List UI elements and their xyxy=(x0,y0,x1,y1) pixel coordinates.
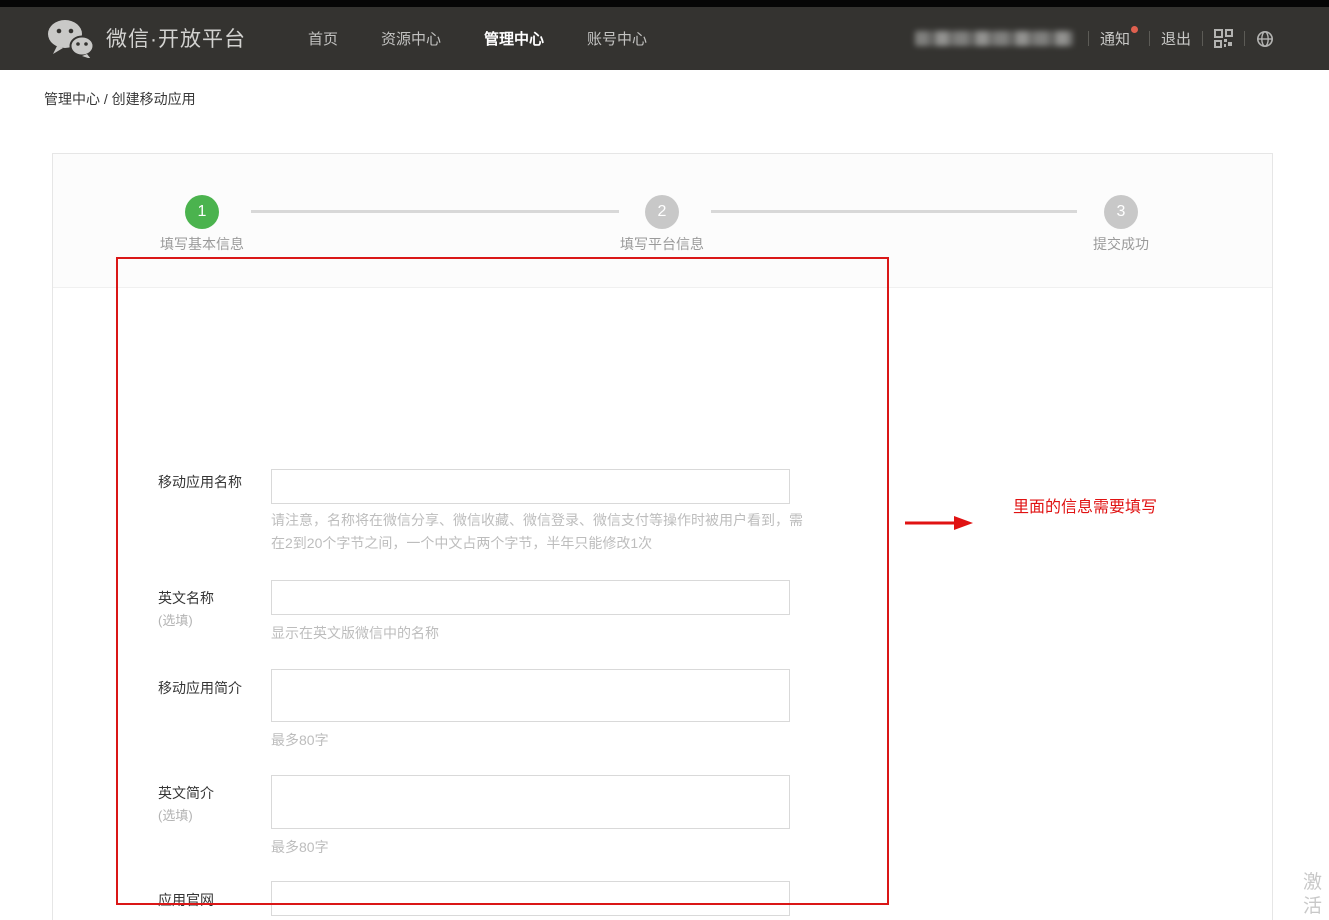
nav-right-group: 通知 退出 xyxy=(915,7,1274,70)
qr-code-icon[interactable] xyxy=(1214,29,1233,48)
nav-item-home[interactable]: 首页 xyxy=(308,28,338,49)
app-name-label: 移动应用名称 xyxy=(158,472,242,492)
windows-activation-watermark: 激活 转到 xyxy=(1303,871,1329,920)
english-intro-optional-tag: (选填) xyxy=(158,805,193,824)
step-3-label: 提交成功 xyxy=(1041,234,1201,254)
top-navigation-bar: 微信·开放平台 首页 资源中心 管理中心 账号中心 通知 退出 xyxy=(0,0,1329,70)
nav-item-account-center[interactable]: 账号中心 xyxy=(587,28,647,49)
step-indicator: 1 填写基本信息 2 填写平台信息 3 提交成功 xyxy=(53,154,1272,288)
english-name-input[interactable] xyxy=(271,580,790,615)
app-name-hint: 请注意，名称将在微信分享、微信收藏、微信登录、微信支付等操作时被用户看到，需在2… xyxy=(271,509,811,555)
create-mobile-app-panel: 1 填写基本信息 2 填写平台信息 3 提交成功 移动应用名称 请注意，名称将在… xyxy=(52,153,1273,920)
app-intro-label: 移动应用简介 xyxy=(158,678,242,698)
app-name-input[interactable] xyxy=(271,469,790,504)
step-3-circle: 3 xyxy=(1104,195,1138,229)
page: 微信·开放平台 首页 资源中心 管理中心 账号中心 通知 退出 xyxy=(0,0,1329,920)
separator xyxy=(1149,31,1150,46)
notifications-link[interactable]: 通知 xyxy=(1100,28,1138,49)
english-intro-textarea[interactable] xyxy=(271,775,790,829)
annotation-note-text: 里面的信息需要填写 xyxy=(1013,493,1157,517)
annotation-arrow-icon xyxy=(903,514,975,537)
step-2-circle: 2 xyxy=(645,195,679,229)
breadcrumb[interactable]: 管理中心 / 创建移动应用 xyxy=(44,89,196,109)
app-intro-textarea[interactable] xyxy=(271,669,790,722)
separator xyxy=(1202,31,1203,46)
wechat-open-platform-logo[interactable]: 微信·开放平台 xyxy=(46,18,246,58)
separator xyxy=(1088,31,1089,46)
english-name-optional-tag: (选填) xyxy=(158,610,193,629)
nav-menu: 首页 资源中心 管理中心 账号中心 xyxy=(308,7,647,70)
step-2-label: 填写平台信息 xyxy=(582,234,742,254)
brand-title: 微信·开放平台 xyxy=(106,23,246,53)
official-site-input[interactable] xyxy=(271,881,790,916)
logout-link[interactable]: 退出 xyxy=(1161,28,1191,49)
nav-item-management-center[interactable]: 管理中心 xyxy=(484,28,544,49)
nav-item-resource-center[interactable]: 资源中心 xyxy=(381,28,441,49)
watermark-line1: 激活 xyxy=(1303,871,1329,919)
step-connector-line xyxy=(251,210,619,213)
account-name-redacted[interactable] xyxy=(915,31,1073,46)
english-intro-label: 英文简介 xyxy=(158,783,214,803)
unread-dot-badge xyxy=(1131,26,1138,33)
official-site-label: 应用官网 xyxy=(158,890,214,910)
step-1-circle: 1 xyxy=(185,195,219,229)
step-1-label: 填写基本信息 xyxy=(122,234,282,254)
globe-language-icon[interactable] xyxy=(1256,30,1274,48)
app-intro-hint: 最多80字 xyxy=(271,729,811,752)
wechat-logo-icon xyxy=(46,18,94,58)
separator xyxy=(1244,31,1245,46)
english-name-label: 英文名称 xyxy=(158,588,214,608)
english-name-hint: 显示在英文版微信中的名称 xyxy=(271,622,811,645)
english-intro-hint: 最多80字 xyxy=(271,836,811,859)
step-connector-line xyxy=(711,210,1077,213)
